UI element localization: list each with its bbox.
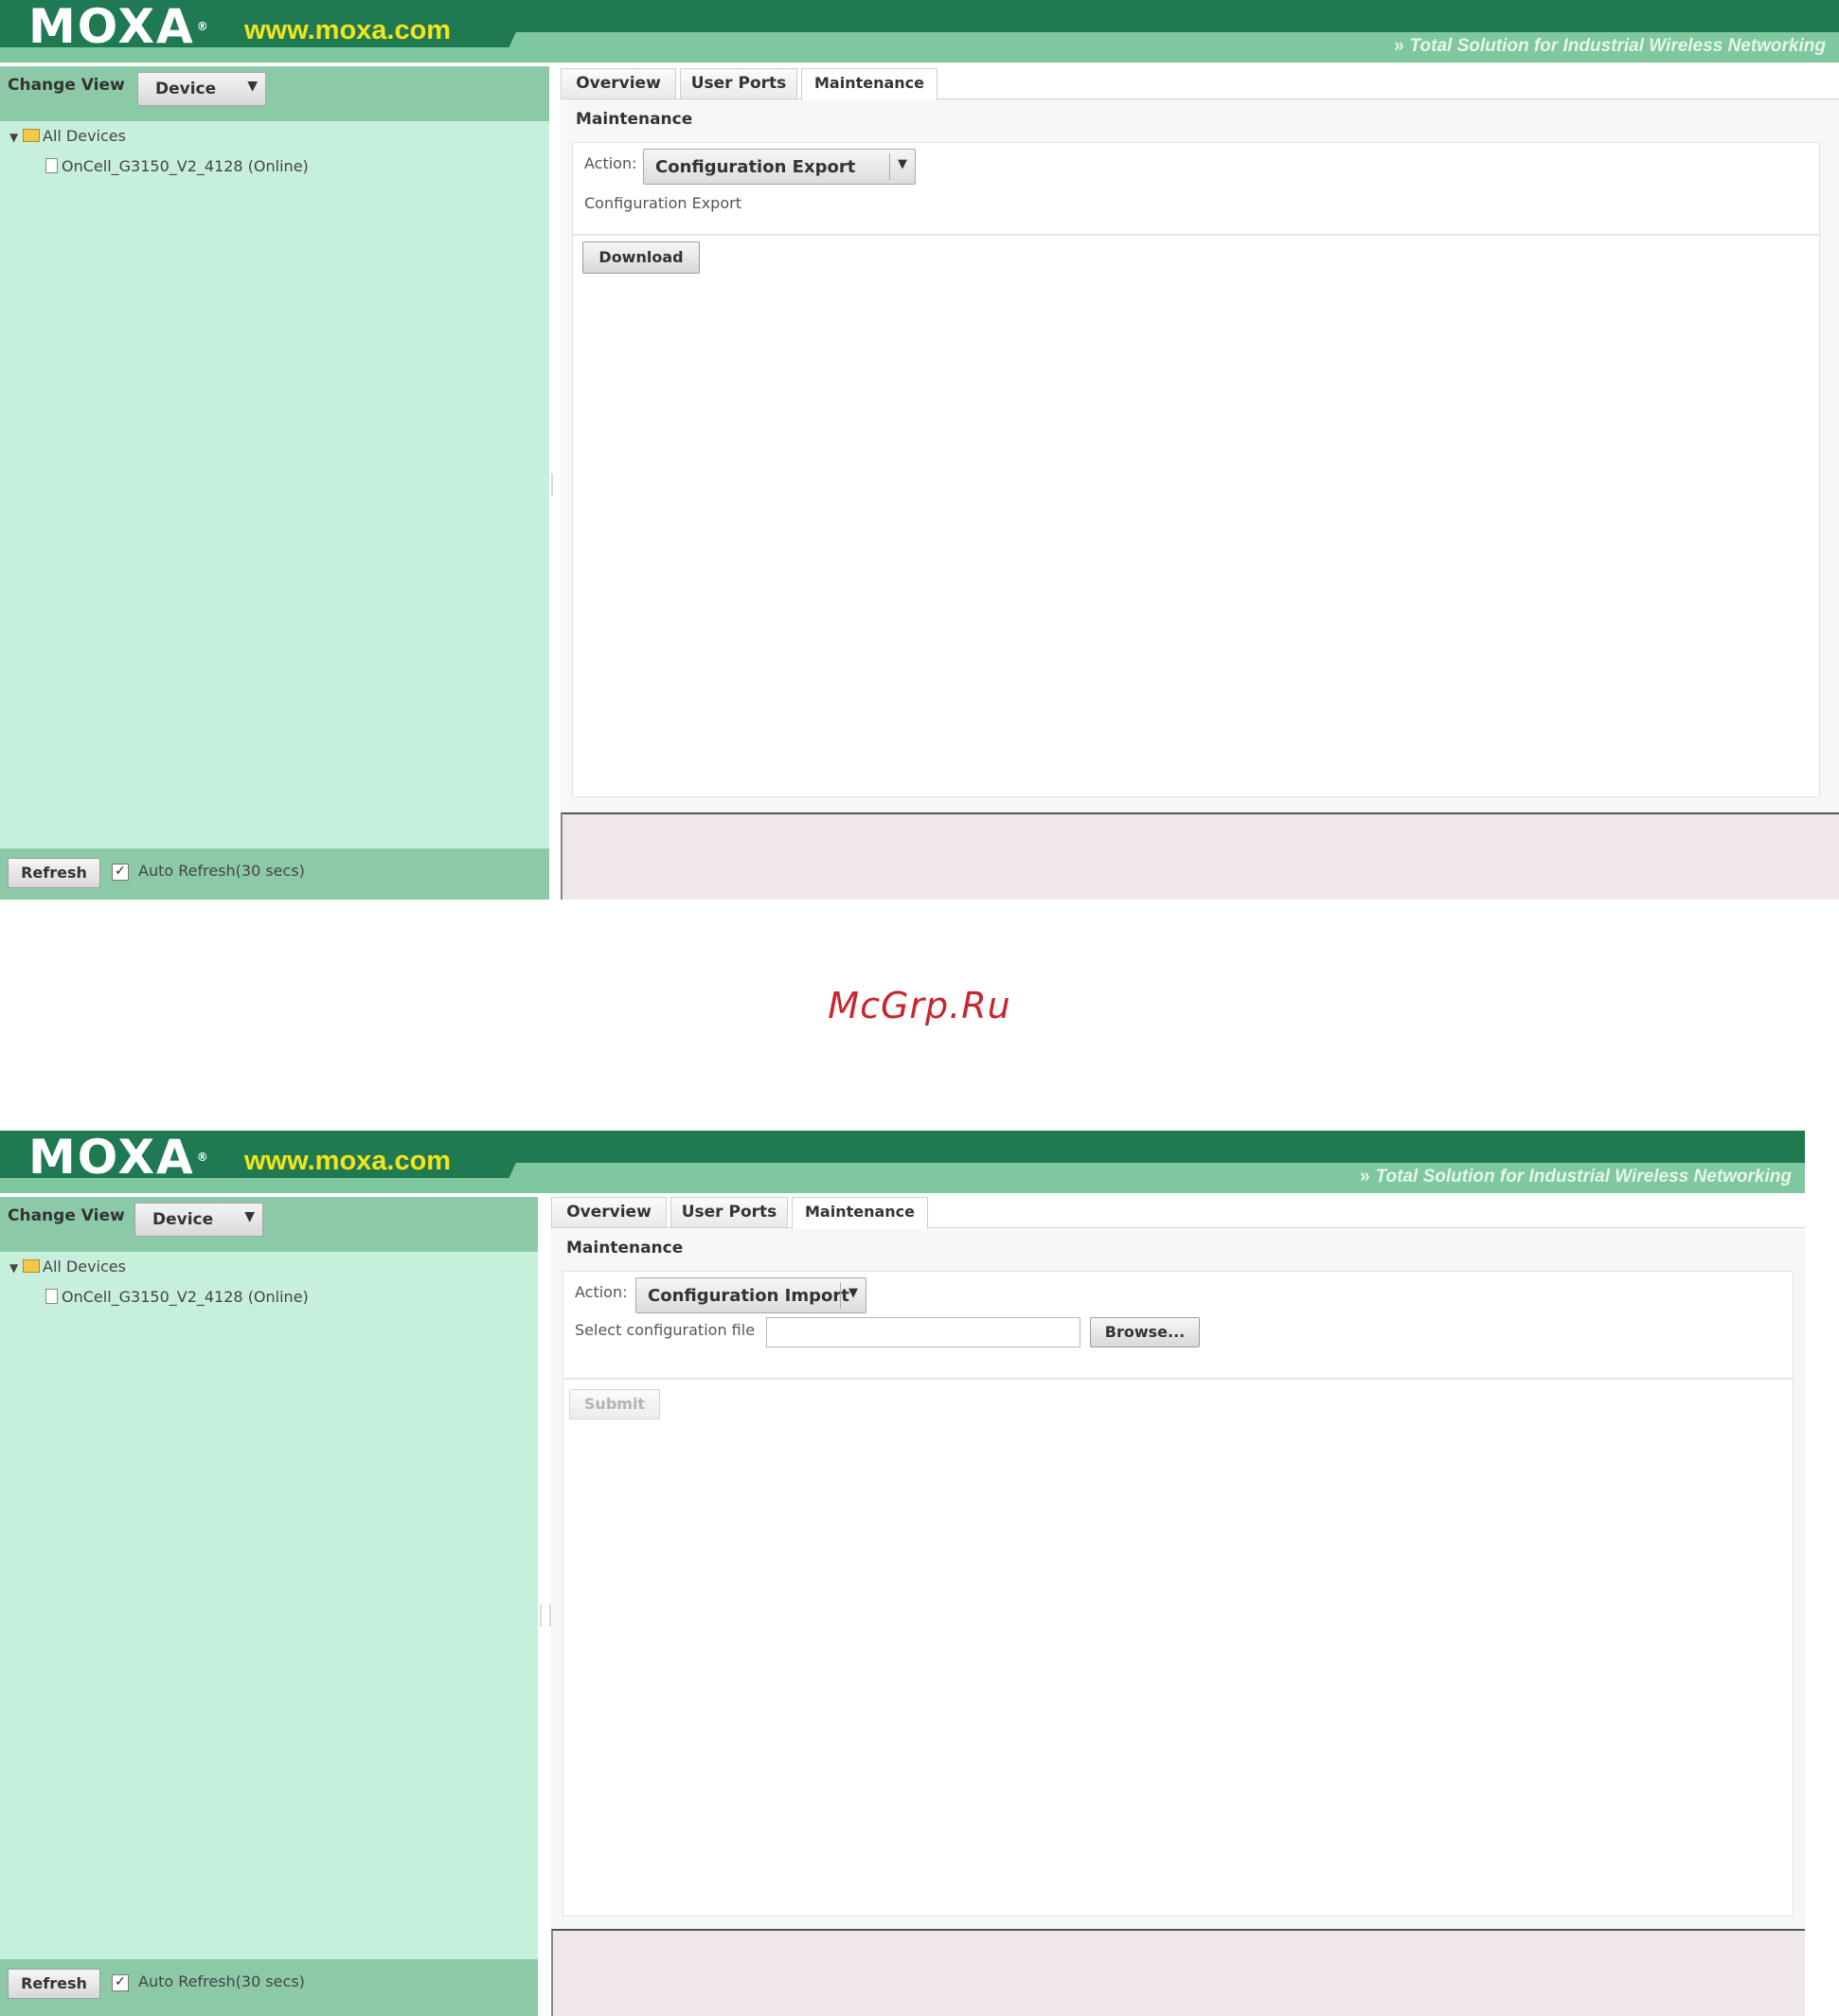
view-select[interactable]: Device ▼ (134, 1203, 263, 1237)
submit-button[interactable]: Submit (569, 1389, 660, 1419)
pane-splitter-handle[interactable] (540, 1604, 551, 1627)
change-view-label: Change View (8, 76, 125, 95)
dropdown-arrow-icon: ▼ (848, 1286, 858, 1300)
content-pane: Overview User Ports Maintenance Maintena… (551, 1197, 1805, 2016)
header-bar: MOXA ® www.moxa.com » Total Solution for I… (0, 1131, 1805, 1193)
tab-overview[interactable]: Overview (561, 68, 676, 98)
tree-node-device[interactable]: OnCell_G3150_V2_4128 (Online) (9, 1286, 309, 1316)
config-file-input[interactable] (766, 1317, 1080, 1347)
tagline: » Total Solution for Industrial Wireless … (1394, 36, 1826, 56)
dropdown-arrow-icon: ▼ (898, 157, 907, 171)
action-select[interactable]: Configuration Import ▼ (635, 1277, 866, 1313)
expand-triangle-icon[interactable]: ▼ (9, 126, 23, 149)
tab-user-ports[interactable]: User Ports (680, 68, 797, 98)
moxa-logo: MOXA ® (28, 1131, 210, 1185)
document-icon (45, 158, 58, 173)
dropdown-arrow-icon: ▼ (244, 1209, 255, 1224)
dropdown-arrow-icon: ▼ (247, 79, 258, 94)
action-label: Action: (584, 154, 637, 172)
tagline: » Total Solution for Industrial Wireless … (1360, 1167, 1792, 1186)
action-label: Action: (575, 1283, 628, 1301)
section-title: Maintenance (566, 1239, 684, 1258)
tab-maintenance[interactable]: Maintenance (792, 1197, 928, 1229)
tab-bar: Overview User Ports Maintenance (561, 68, 1839, 100)
device-tree: ▼ All Devices OnCell_G3150_V2_4128 (Onlin… (9, 125, 309, 186)
browse-button[interactable]: Browse... (1090, 1317, 1200, 1347)
maintenance-panel: Action: Configuration Export ▼ Configura… (572, 142, 1820, 797)
select-file-label: Select configuration file (575, 1321, 756, 1339)
tab-user-ports[interactable]: User Ports (670, 1197, 788, 1227)
refresh-button[interactable]: Refresh (8, 1969, 100, 1999)
change-view-bar: Change View Device ▼ (0, 66, 549, 121)
tab-overview[interactable]: Overview (551, 1197, 667, 1227)
auto-refresh-label: Auto Refresh(30 secs) (138, 1972, 305, 1990)
refresh-button[interactable]: Refresh (8, 858, 100, 888)
header-bar: MOXA ® www.moxa.com » Total Solution for I… (0, 0, 1839, 62)
device-tree: ▼ All Devices OnCell_G3150_V2_4128 (Onlin… (9, 1256, 309, 1316)
download-button[interactable]: Download (582, 241, 700, 274)
action-description: Configuration Export (584, 194, 741, 212)
folder-icon (23, 129, 40, 142)
screenshot-configuration-export: MOXA ® www.moxa.com » Total Solution for I… (0, 0, 1839, 900)
maintenance-panel: Action: Configuration Import ▼ Select co… (562, 1271, 1794, 1917)
tree-node-all-devices[interactable]: ▼ All Devices (9, 125, 309, 155)
view-select[interactable]: Device ▼ (137, 72, 266, 106)
change-view-bar: Change View Device ▼ (0, 1197, 538, 1252)
refresh-bar: Refresh ✓ Auto Refresh(30 secs) (0, 848, 549, 900)
tab-maintenance[interactable]: Maintenance (801, 68, 937, 100)
expand-triangle-icon[interactable]: ▼ (9, 1257, 23, 1279)
tree-node-all-devices[interactable]: ▼ All Devices (9, 1256, 309, 1286)
tree-node-device[interactable]: OnCell_G3150_V2_4128 (Online) (9, 155, 309, 186)
message-area (551, 1929, 1805, 2016)
change-view-label: Change View (8, 1206, 125, 1225)
folder-icon (23, 1259, 40, 1273)
device-tree-pane: Change View Device ▼ ▼ All Devices OnCell… (0, 66, 549, 900)
refresh-bar: Refresh ✓ Auto Refresh(30 secs) (0, 1959, 538, 2016)
screenshot-configuration-import: MOXA ® www.moxa.com » Total Solution for I… (0, 1131, 1805, 2016)
double-chevron-icon: » (1394, 36, 1404, 56)
device-tree-pane: Change View Device ▼ ▼ All Devices OnCell… (0, 1197, 538, 2016)
moxa-logo: MOXA ® (28, 0, 210, 54)
website-link[interactable]: www.moxa.com (244, 1146, 451, 1177)
action-select[interactable]: Configuration Export ▼ (643, 149, 916, 185)
tab-bar: Overview User Ports Maintenance (551, 1197, 1805, 1229)
message-area (561, 812, 1839, 900)
content-pane: Overview User Ports Maintenance Maintena… (561, 68, 1839, 900)
document-icon (45, 1289, 58, 1304)
watermark: McGrp.Ru (828, 985, 1011, 1026)
double-chevron-icon: » (1360, 1167, 1370, 1186)
section-title: Maintenance (576, 110, 693, 129)
auto-refresh-label: Auto Refresh(30 secs) (138, 862, 305, 880)
auto-refresh-checkbox[interactable]: ✓ (112, 1974, 129, 1991)
auto-refresh-checkbox[interactable]: ✓ (112, 864, 129, 881)
website-link[interactable]: www.moxa.com (244, 15, 451, 46)
